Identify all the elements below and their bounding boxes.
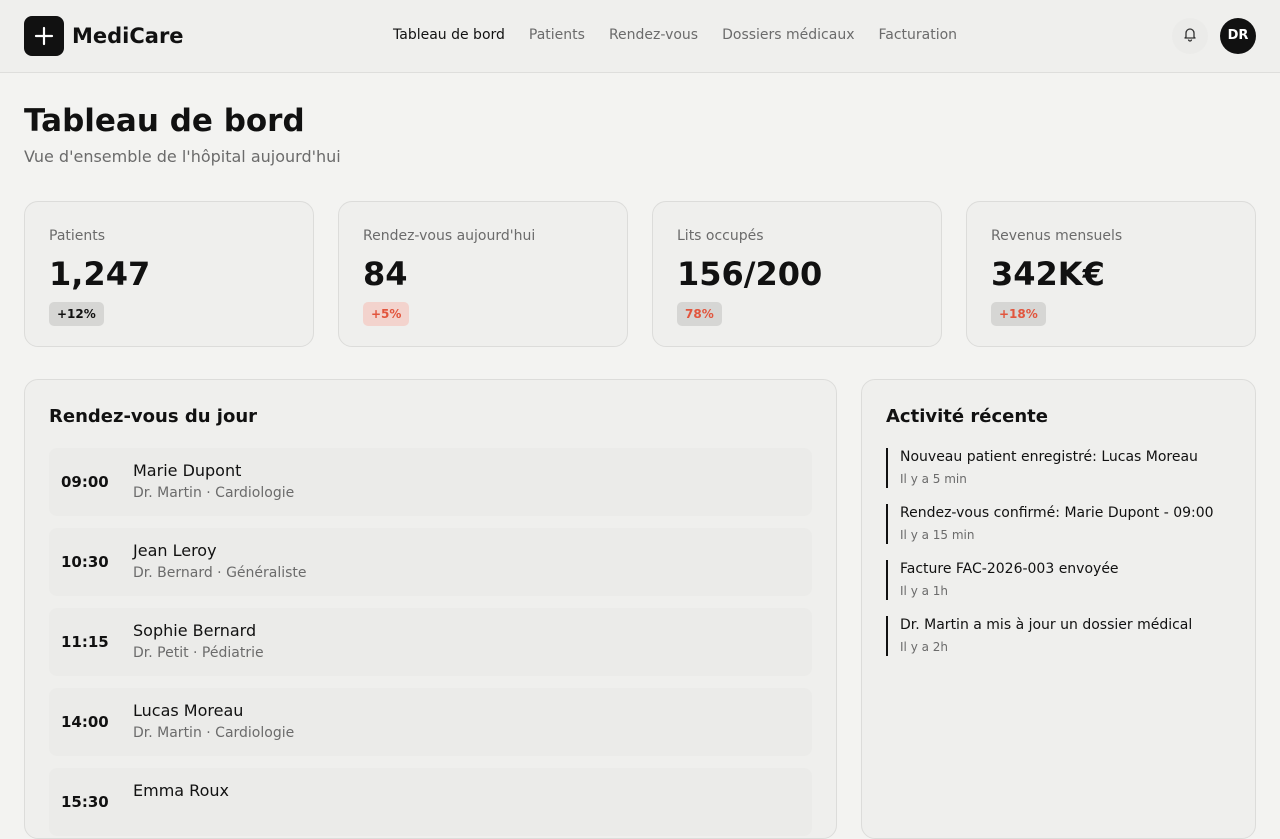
nav-item-tableau-de-bord[interactable]: Tableau de bord bbox=[393, 25, 505, 45]
appointment-doctor: Dr. Martin · Cardiologie bbox=[133, 485, 295, 501]
appointment-doctor: Dr. Petit · Pédiatrie bbox=[133, 645, 264, 661]
stat-label: Lits occupés bbox=[677, 228, 764, 244]
stat-badge: +12% bbox=[49, 302, 104, 326]
appointment-row[interactable]: 10:30 Jean Leroy Dr. Bernard · Généralis… bbox=[49, 528, 812, 596]
activity-time: Il y a 15 min bbox=[900, 528, 975, 542]
appointment-patient: Sophie Bernard bbox=[133, 621, 257, 640]
appointment-doctor: Dr. Bernard · Généraliste bbox=[133, 565, 307, 581]
appointment-time: 09:00 bbox=[61, 473, 109, 491]
appointment-row[interactable]: 09:00 Marie Dupont Dr. Martin · Cardiolo… bbox=[49, 448, 812, 516]
stat-value: 1,247 bbox=[49, 255, 151, 293]
appointment-time: 14:00 bbox=[61, 713, 109, 731]
appointment-patient: Lucas Moreau bbox=[133, 701, 244, 720]
stat-badge: +18% bbox=[991, 302, 1046, 326]
activity-title: Activité récente bbox=[886, 406, 1048, 427]
appointment-time: 10:30 bbox=[61, 553, 109, 571]
appointment-doctor: Dr. Martin · Cardiologie bbox=[133, 725, 295, 741]
stats-row: Patients 1,247 +12% Rendez-vous aujourd'… bbox=[24, 201, 1256, 347]
nav-item-facturation[interactable]: Facturation bbox=[879, 25, 958, 45]
activity-item: Nouveau patient enregistré: Lucas Moreau… bbox=[886, 448, 1231, 488]
activity-text: Dr. Martin a mis à jour un dossier médic… bbox=[900, 617, 1193, 633]
appointments-title: Rendez-vous du jour bbox=[49, 406, 258, 427]
appointment-row[interactable]: 15:30 Emma Roux bbox=[49, 768, 812, 836]
activity-item: Rendez-vous confirmé: Marie Dupont - 09:… bbox=[886, 504, 1231, 544]
page-title: Tableau de bord bbox=[24, 103, 305, 139]
main-nav: Tableau de bord Patients Rendez-vous Dos… bbox=[393, 25, 957, 45]
activity-item: Facture FAC-2026-003 envoyée Il y a 1h bbox=[886, 560, 1231, 600]
activity-item: Dr. Martin a mis à jour un dossier médic… bbox=[886, 616, 1231, 656]
activity-text: Rendez-vous confirmé: Marie Dupont - 09:… bbox=[900, 505, 1214, 521]
stat-badge: 78% bbox=[677, 302, 722, 326]
stat-card-revenus[interactable]: Revenus mensuels 342K€ +18% bbox=[966, 201, 1256, 347]
activity-time: Il y a 2h bbox=[900, 640, 949, 654]
page-subtitle: Vue d'ensemble de l'hôpital aujourd'hui bbox=[24, 147, 341, 166]
appointments-panel: Rendez-vous du jour 09:00 Marie Dupont D… bbox=[24, 379, 837, 839]
top-bar: MediCare Tableau de bord Patients Rendez… bbox=[0, 0, 1280, 73]
appointment-row[interactable]: 11:15 Sophie Bernard Dr. Petit · Pédiatr… bbox=[49, 608, 812, 676]
stat-label: Revenus mensuels bbox=[991, 228, 1123, 244]
stat-value: 342K€ bbox=[991, 255, 1105, 293]
nav-item-rendez-vous[interactable]: Rendez-vous bbox=[609, 25, 698, 45]
app-name[interactable]: MediCare bbox=[72, 22, 184, 50]
stat-label: Patients bbox=[49, 228, 106, 244]
bell-icon bbox=[1182, 26, 1198, 46]
nav-item-dossiers-medicaux[interactable]: Dossiers médicaux bbox=[722, 25, 854, 45]
stat-value: 84 bbox=[363, 255, 408, 293]
appointment-row[interactable]: 14:00 Lucas Moreau Dr. Martin · Cardiolo… bbox=[49, 688, 812, 756]
stat-card-patients[interactable]: Patients 1,247 +12% bbox=[24, 201, 314, 347]
nav-item-patients[interactable]: Patients bbox=[529, 25, 585, 45]
notifications-button[interactable] bbox=[1172, 18, 1208, 54]
activity-time: Il y a 1h bbox=[900, 584, 949, 598]
activity-text: Facture FAC-2026-003 envoyée bbox=[900, 561, 1119, 577]
stat-label: Rendez-vous aujourd'hui bbox=[363, 228, 536, 244]
user-avatar[interactable]: DR bbox=[1220, 18, 1256, 54]
appointment-patient: Marie Dupont bbox=[133, 461, 242, 480]
appointment-patient: Jean Leroy bbox=[133, 541, 217, 560]
stat-card-lits[interactable]: Lits occupés 156/200 78% bbox=[652, 201, 942, 347]
logo-plus-icon[interactable] bbox=[24, 16, 64, 56]
appointment-time: 15:30 bbox=[61, 793, 109, 811]
appointment-time: 11:15 bbox=[61, 633, 109, 651]
activity-panel: Activité récente Nouveau patient enregis… bbox=[861, 379, 1256, 839]
stat-card-rendez-vous[interactable]: Rendez-vous aujourd'hui 84 +5% bbox=[338, 201, 628, 347]
activity-time: Il y a 5 min bbox=[900, 472, 967, 486]
stat-value: 156/200 bbox=[677, 255, 823, 293]
appointment-patient: Emma Roux bbox=[133, 781, 229, 800]
stat-badge: +5% bbox=[363, 302, 410, 326]
activity-text: Nouveau patient enregistré: Lucas Moreau bbox=[900, 449, 1198, 465]
